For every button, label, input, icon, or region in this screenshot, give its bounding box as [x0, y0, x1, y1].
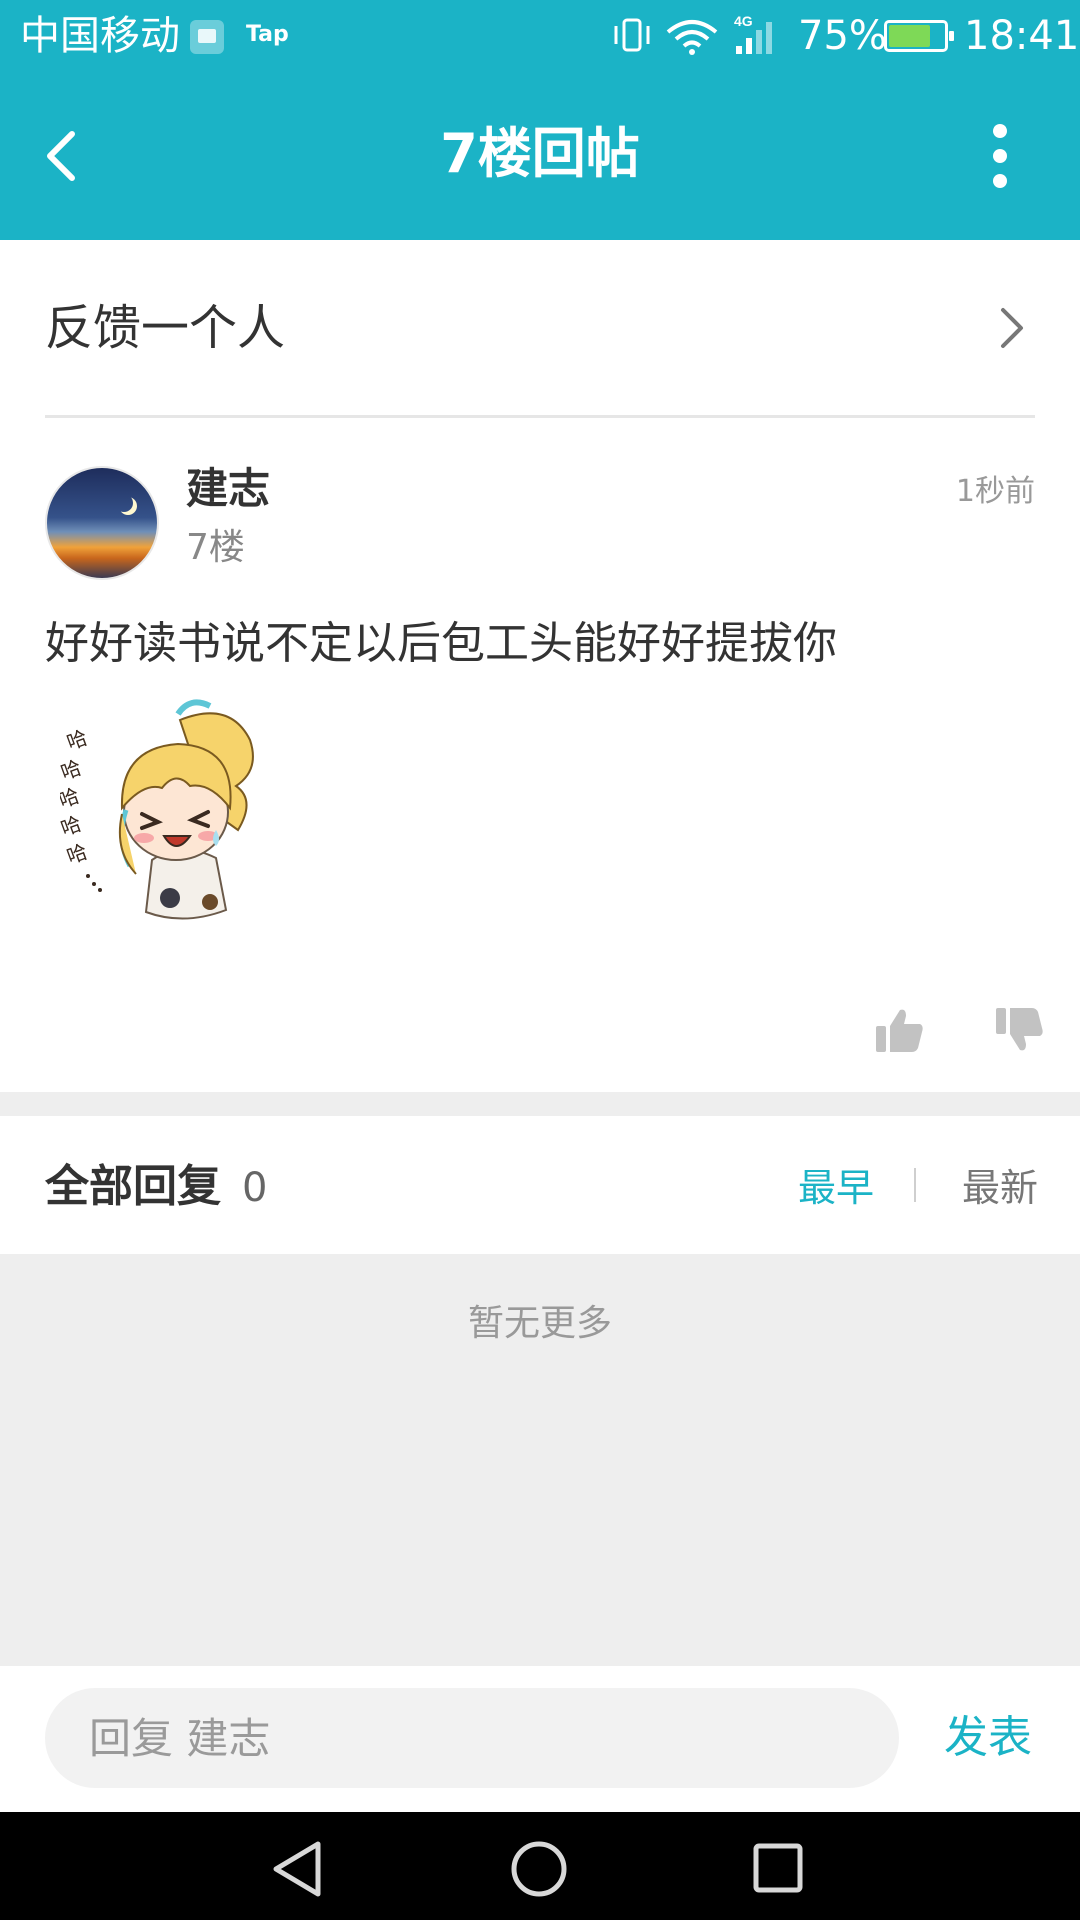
- clock: 18:41: [964, 13, 1080, 59]
- gallery-notification-icon: [190, 20, 224, 54]
- signal-icons: 4G: [614, 14, 772, 55]
- svg-text:哈: 哈: [60, 755, 85, 784]
- reply-bar: 发表: [0, 1666, 1080, 1812]
- laughing-anime-girl-sticker[interactable]: 哈 哈 哈 哈 哈: [60, 690, 300, 930]
- nav-home-icon[interactable]: [510, 1840, 568, 1898]
- thumbs-up-icon[interactable]: [874, 1004, 926, 1056]
- chevron-right-icon: [1001, 308, 1023, 348]
- svg-text:哈: 哈: [64, 839, 91, 868]
- post-content: 好好读书说不定以后包工头能好好提拔你: [45, 618, 837, 669]
- more-vertical-icon[interactable]: [984, 124, 1016, 188]
- status-bar: 中国移动 Tap 4G 75% 18:41: [0, 0, 1080, 72]
- avatar[interactable]: [45, 466, 159, 580]
- replies-title: 全部回复: [45, 1161, 221, 1212]
- sort-earliest-button[interactable]: 最早: [798, 1164, 874, 1212]
- svg-text:哈: 哈: [64, 725, 91, 754]
- post-timestamp: 1秒前: [955, 474, 1035, 509]
- carrier-label: 中国移动: [20, 13, 180, 59]
- nav-back-icon[interactable]: [270, 1840, 326, 1898]
- system-nav-bar: [0, 1812, 1080, 1920]
- moon-icon: [115, 494, 133, 512]
- replies-count: 0: [242, 1165, 268, 1211]
- feedback-row[interactable]: 反馈一个人: [45, 240, 1035, 418]
- post-floor: 7楼: [186, 527, 245, 568]
- section-divider: [0, 1092, 1080, 1116]
- author-name[interactable]: 建志: [186, 464, 270, 514]
- page-title: 7楼回帖: [440, 122, 640, 185]
- wifi-icon: [666, 20, 718, 55]
- svg-text:哈: 哈: [60, 783, 83, 812]
- battery-icon: [884, 20, 954, 52]
- tap-notification-icon: Tap: [246, 22, 289, 47]
- vibrate-icon: [614, 18, 650, 52]
- sort-divider: [914, 1168, 916, 1202]
- app-header: 7楼回帖: [0, 72, 1080, 240]
- feedback-label: 反馈一个人: [45, 300, 286, 356]
- network-type-label: 4G: [734, 14, 753, 29]
- thumbs-down-icon[interactable]: [994, 1004, 1046, 1056]
- replies-list: 暂无更多: [0, 1254, 1080, 1666]
- sort-latest-button[interactable]: 最新: [962, 1164, 1038, 1212]
- svg-text:哈: 哈: [60, 811, 85, 840]
- send-button[interactable]: 发表: [944, 1712, 1032, 1764]
- battery-percent: 75%: [798, 13, 887, 59]
- battery-level-fill: [889, 25, 930, 47]
- empty-state-text: 暂无更多: [467, 1303, 612, 1344]
- nav-recent-apps-icon[interactable]: [752, 1842, 804, 1894]
- reply-input[interactable]: [45, 1688, 899, 1788]
